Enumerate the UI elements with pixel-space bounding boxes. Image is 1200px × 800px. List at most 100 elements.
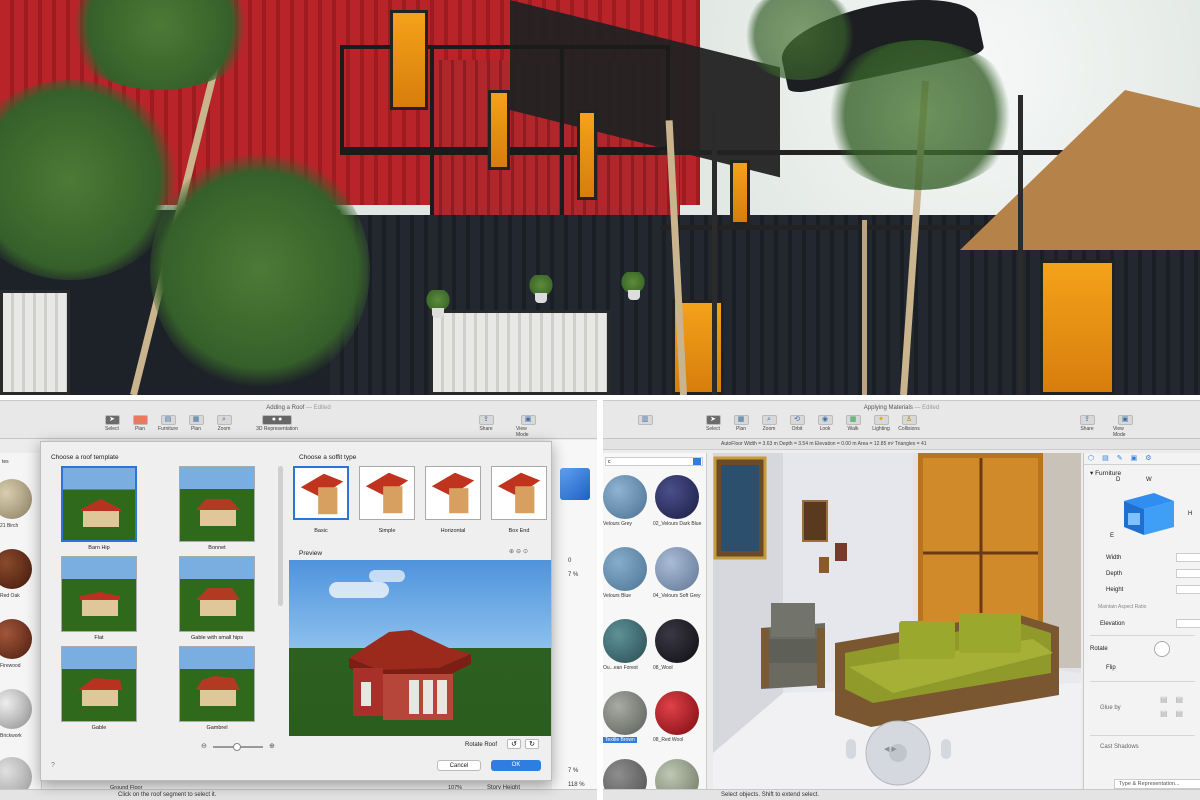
soffit-simple[interactable] — [359, 466, 415, 520]
inspector-title-text: Furniture — [1095, 470, 1122, 477]
material-swatch[interactable] — [655, 619, 699, 663]
cast-shadows-label[interactable]: Cast Shadows — [1100, 744, 1139, 750]
elevation-field[interactable] — [1176, 619, 1200, 628]
hanging-plant — [620, 272, 646, 292]
furniture-dimension-icon — [1124, 493, 1174, 535]
material-swatch[interactable] — [0, 479, 32, 519]
view-mode-button[interactable]: ▣ View Mode — [1113, 415, 1137, 438]
template-gable-small-hips[interactable] — [179, 556, 255, 632]
tool-look[interactable]: ◉ Look — [813, 415, 837, 437]
soffit-label: Basic — [314, 528, 328, 534]
sidebar-toggle[interactable]: ▥ — [633, 415, 657, 437]
height-field[interactable] — [1176, 585, 1200, 594]
zoom-slider-knob[interactable] — [233, 743, 241, 751]
tool-plan[interactable]: Plan — [128, 415, 152, 437]
dim-label-w: W — [1146, 477, 1152, 483]
material-swatch[interactable] — [0, 549, 32, 589]
tool-3d[interactable]: ● ● 3D Representation — [254, 415, 300, 437]
zoom-out-icon[interactable]: ⊖ — [201, 742, 207, 750]
width-field[interactable] — [1176, 553, 1200, 562]
toolbar: ➤ Select Plan ▤ Furniture ▦ Plan ⌕ Zoom ● ● 3… — [0, 415, 597, 439]
house-thumbnail — [78, 678, 122, 706]
side-value: 7 % — [568, 768, 579, 774]
tool-label: Plan — [134, 426, 145, 432]
post — [862, 220, 867, 395]
soffit-basic[interactable] — [293, 466, 349, 520]
tool-label: Select — [105, 426, 119, 432]
type-representation-button[interactable]: Type & Representation... — [1114, 779, 1200, 789]
tool-orbit[interactable]: ⟲ Orbit — [785, 415, 809, 437]
curtain-window — [0, 290, 70, 395]
dim-label-e: E — [1110, 533, 1115, 539]
info-strip: AutoFloor Width = 3.63 m Depth = 3.54 m … — [603, 439, 1200, 450]
template-gable[interactable] — [61, 646, 137, 722]
room-scene — [713, 453, 1081, 790]
tool-lighting[interactable]: ✦ Lighting — [869, 415, 893, 437]
nav-arrows-icon[interactable]: ◀ ▶ — [884, 745, 897, 753]
ok-button[interactable]: OK — [491, 760, 541, 771]
orange-window — [577, 110, 597, 200]
tool-plan[interactable]: ▦ Plan — [729, 415, 753, 437]
tool-select[interactable]: ➤ Select — [701, 415, 725, 437]
soffit-label: Box End — [508, 528, 530, 534]
cancel-button[interactable]: Cancel — [437, 760, 481, 771]
zoom-slider[interactable] — [213, 743, 263, 751]
eye-icon: ◉ — [817, 415, 833, 425]
tool-select[interactable]: ➤ Select — [100, 415, 124, 437]
soffit-box-end[interactable] — [491, 466, 547, 520]
material-swatch[interactable] — [0, 689, 32, 729]
orange-window — [488, 90, 510, 170]
tool-zoom[interactable]: ⌕ Zoom — [757, 415, 781, 437]
orange-window — [730, 160, 750, 225]
rotate-left-icon[interactable]: ↺ — [507, 739, 521, 749]
template-barn-hip[interactable] — [61, 466, 137, 542]
materials-dropdown[interactable]: c — [605, 457, 703, 466]
tool-label: 3D Representation — [256, 426, 298, 432]
tool-plan2[interactable]: ▦ Plan — [184, 415, 208, 437]
soffit-horizontal[interactable] — [425, 466, 481, 520]
walk-icon: ▦ — [845, 415, 861, 425]
share-button[interactable]: ⇪ Share — [1075, 415, 1099, 437]
view-mode-button[interactable]: ▣ View Mode — [516, 415, 540, 438]
template-gambrel[interactable] — [179, 646, 255, 722]
share-button[interactable]: ⇪ Share — [474, 415, 498, 437]
material-label: Brickwork — [0, 733, 22, 739]
preview-zoom-controls[interactable]: ⊕⊖⊙ — [509, 548, 530, 555]
rotate-dial[interactable] — [1154, 641, 1170, 657]
railing-post — [430, 45, 434, 215]
view-mode-icon: ▣ — [1117, 415, 1133, 425]
material-swatch[interactable] — [655, 691, 699, 735]
depth-field[interactable] — [1176, 569, 1200, 578]
tool-furniture[interactable]: ▤ Furniture — [156, 415, 180, 437]
nav-elevation-control[interactable] — [941, 739, 951, 759]
tool-collisions[interactable]: ♙ Collisions — [897, 415, 921, 437]
aspect-ratio-label[interactable]: Maintain Aspect Ratio — [1098, 604, 1146, 610]
glue-icons[interactable]: ▤▤ ▤▤ — [1160, 693, 1191, 721]
material-swatch[interactable] — [603, 619, 647, 663]
material-label: 04_Velours Soft Grey — [653, 593, 701, 599]
house-thumbnail — [196, 676, 240, 706]
template-bonnet[interactable] — [179, 466, 255, 542]
template-flat[interactable] — [61, 556, 137, 632]
tool-walk[interactable]: ▦ Walk — [841, 415, 865, 437]
material-swatch[interactable] — [603, 475, 647, 519]
material-swatch[interactable] — [0, 619, 32, 659]
tool-label: View Mode — [1113, 426, 1126, 438]
material-swatch[interactable] — [655, 547, 699, 591]
zoom-in-icon[interactable]: ⊕ — [269, 742, 275, 750]
rotate-right-icon[interactable]: ↻ — [525, 739, 539, 749]
material-swatch[interactable] — [603, 691, 647, 735]
templates-scrollbar[interactable] — [278, 466, 283, 606]
inspector-tabs[interactable]: ⬡▤✎▣⚙ — [1084, 453, 1200, 465]
room-3d-view[interactable]: ◀ ▶ — [713, 453, 1081, 790]
material-swatch[interactable] — [603, 547, 647, 591]
bulb-icon: ✦ — [873, 415, 889, 425]
help-icon[interactable]: ? — [51, 762, 55, 769]
template-label: Bonnet — [208, 545, 226, 551]
material-swatch[interactable] — [655, 475, 699, 519]
tool-zoom[interactable]: ⌕ Zoom — [212, 415, 236, 437]
plan-icon — [132, 415, 148, 425]
roof-preview-3d[interactable] — [289, 560, 551, 736]
nav-up-down-control[interactable] — [846, 739, 856, 759]
status-text: Click on the roof segment to select it. — [118, 792, 217, 798]
